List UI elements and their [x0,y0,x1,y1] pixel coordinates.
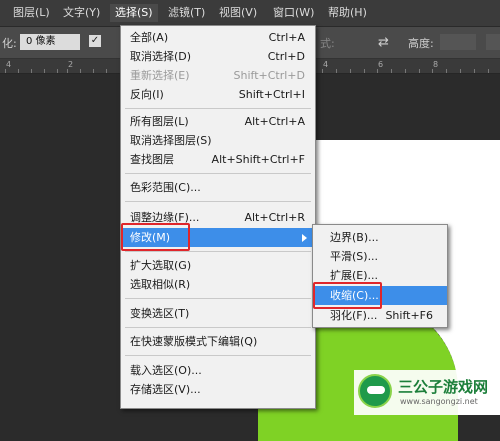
select-menu: 全部(A) Ctrl+A 取消选择(D) Ctrl+D 重新选择(E) Shif… [120,25,316,409]
menu-item-save-selection[interactable]: 存储选区(V)... [121,380,315,399]
menu-item-label: 取消选择图层(S) [130,134,212,147]
feather-input[interactable]: 0 像素 [20,34,80,50]
anti-alias-checkbox[interactable]: ✓ [89,35,101,47]
menu-item-all-layers[interactable]: 所有图层(L) Alt+Ctrl+A [121,112,315,131]
ruler-label: 4 [323,60,329,69]
menu-select[interactable]: 选择(S) [110,4,158,22]
style-label: 式: [320,37,335,50]
annotation-box-modify [121,223,190,251]
menu-item-label: 反向(I) [130,88,164,101]
menu-item-load-selection[interactable]: 载入选区(O)... [121,361,315,380]
gamepad-logo-icon [358,374,392,408]
refine-edge-button[interactable] [486,34,500,50]
annotation-box-contract [313,282,382,309]
menu-item-shortcut: Shift+Ctrl+D [233,69,305,82]
menu-item-transform-selection[interactable]: 变换选区(T) [121,304,315,323]
menu-item-label: 全部(A) [130,31,169,44]
menu-separator [125,355,311,356]
menu-item-inverse[interactable]: 反向(I) Shift+Ctrl+I [121,85,315,104]
menu-window[interactable]: 窗口(W) [268,4,319,22]
menu-bar: 图层(L) 文字(Y) 选择(S) 滤镜(T) 视图(V) 窗口(W) 帮助(H… [0,0,500,27]
menu-item-deselect[interactable]: 取消选择(D) Ctrl+D [121,47,315,66]
menu-separator [125,327,311,328]
menu-separator [125,201,311,202]
menu-separator [125,251,311,252]
menu-item-label: 在快速蒙版模式下编辑(Q) [130,335,258,348]
watermark: 三公子游戏网 www.sangongzi.net [354,370,500,415]
ruler-label: 6 [378,60,384,69]
menu-filter[interactable]: 滤镜(T) [163,4,210,22]
menu-item-deselect-layers[interactable]: 取消选择图层(S) [121,131,315,150]
menu-item-shortcut: Shift+Ctrl+I [238,88,305,101]
menu-item-shortcut: Alt+Ctrl+A [244,115,305,128]
watermark-title: 三公子游戏网 [398,378,489,396]
menu-item-label: 平滑(S)... [330,250,379,263]
menu-item-similar[interactable]: 选取相似(R) [121,275,315,294]
ruler-label: 4 [6,60,12,69]
menu-item-shortcut: Ctrl+D [267,50,305,63]
submenu-item-border[interactable]: 边界(B)... [313,228,447,247]
menu-type[interactable]: 文字(Y) [58,4,105,22]
menu-item-shortcut: Shift+F6 [385,309,433,322]
submenu-arrow-icon [302,234,307,242]
menu-item-label: 选取相似(R) [130,278,191,291]
modify-submenu: 边界(B)... 平滑(S)... 扩展(E)... 收缩(C)... 羽化(F… [312,224,448,328]
menu-item-label: 取消选择(D) [130,50,192,63]
menu-help[interactable]: 帮助(H) [323,4,372,22]
menu-item-label: 边界(B)... [330,231,379,244]
ruler-label: 8 [433,60,439,69]
menu-item-quick-mask[interactable]: 在快速蒙版模式下编辑(Q) [121,332,315,351]
submenu-item-smooth[interactable]: 平滑(S)... [313,247,447,266]
menu-item-label: 所有图层(L) [130,115,189,128]
menu-view[interactable]: 视图(V) [214,4,262,22]
menu-item-find-layers[interactable]: 查找图层 Alt+Shift+Ctrl+F [121,150,315,169]
menu-item-select-all[interactable]: 全部(A) Ctrl+A [121,28,315,47]
menu-item-label: 扩大选取(G) [130,259,192,272]
menu-separator [125,173,311,174]
swap-icon[interactable]: ⇄ [378,35,389,50]
menu-item-shortcut: Ctrl+A [268,31,305,44]
menu-separator [125,298,311,299]
menu-item-label: 存储选区(V)... [130,383,201,396]
menu-item-label: 色彩范围(C)... [130,181,201,194]
menu-item-label: 载入选区(O)... [130,364,202,377]
watermark-url: www.sangongzi.net [400,397,478,406]
menu-item-label: 查找图层 [130,153,174,166]
height-input[interactable] [440,34,476,50]
menu-item-shortcut: Alt+Ctrl+R [244,211,305,224]
menu-separator [125,108,311,109]
menu-item-color-range[interactable]: 色彩范围(C)... [121,178,315,197]
menu-item-shortcut: Alt+Shift+Ctrl+F [211,153,305,166]
ruler-label: 2 [68,60,74,69]
height-label: 高度: [408,37,434,50]
menu-item-grow[interactable]: 扩大选取(G) [121,256,315,275]
menu-item-label: 变换选区(T) [130,307,190,320]
menu-item-reselect[interactable]: 重新选择(E) Shift+Ctrl+D [121,66,315,85]
feather-label: 化: [2,37,17,50]
menu-item-label: 重新选择(E) [130,69,190,82]
menu-layer[interactable]: 图层(L) [8,4,55,22]
